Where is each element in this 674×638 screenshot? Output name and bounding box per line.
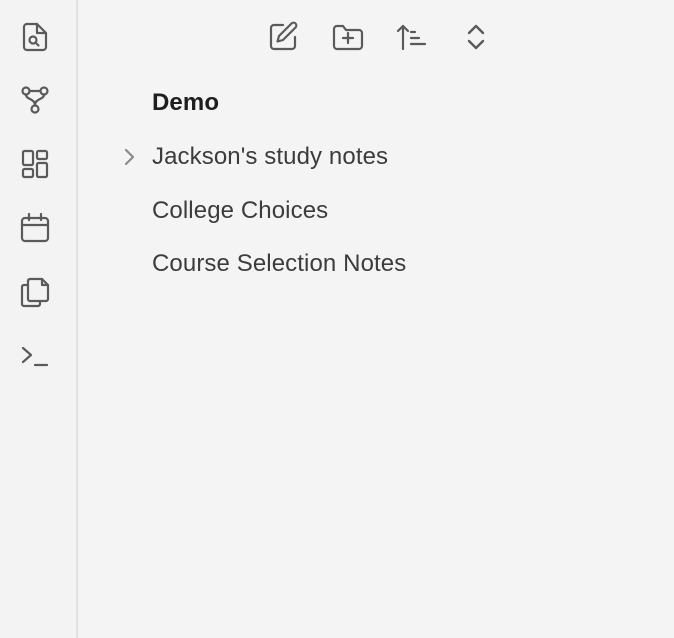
calendar-icon xyxy=(20,212,50,243)
vault-root[interactable]: Demo xyxy=(80,80,674,126)
folder-plus-icon xyxy=(332,24,364,51)
tree-file-item[interactable]: Course Selection Notes xyxy=(80,241,674,287)
tree-item-label: College Choices xyxy=(152,197,329,224)
collapse-all-button[interactable] xyxy=(456,17,496,57)
chevron-right-icon[interactable] xyxy=(118,146,140,168)
tree-file-item[interactable]: College Choices xyxy=(80,188,674,234)
daily-note-button[interactable] xyxy=(15,208,55,248)
file-explorer: Demo Jackson's study notes College Choic… xyxy=(80,0,674,638)
graph-icon xyxy=(21,86,49,114)
templates-button[interactable] xyxy=(15,272,55,312)
copy-icon xyxy=(20,277,50,308)
nav-header xyxy=(80,0,674,72)
vault-name: Demo xyxy=(152,89,220,116)
file-search-icon xyxy=(22,22,48,52)
new-folder-button[interactable] xyxy=(328,17,368,57)
tree-item-label: Jackson's study notes xyxy=(152,143,389,170)
left-ribbon xyxy=(0,0,78,638)
app-window: Demo Jackson's study notes College Choic… xyxy=(0,0,674,638)
terminal-icon xyxy=(21,346,49,367)
tree-item-label: Course Selection Notes xyxy=(152,250,407,277)
edit-icon xyxy=(269,21,298,51)
sort-button[interactable] xyxy=(392,17,432,57)
command-palette-button[interactable] xyxy=(15,336,55,376)
canvas-button[interactable] xyxy=(15,144,55,184)
chevrons-up-down-icon xyxy=(467,24,485,50)
graph-view-button[interactable] xyxy=(15,80,55,120)
tree-folder-item[interactable]: Jackson's study notes xyxy=(80,134,674,180)
quick-switcher-button[interactable] xyxy=(15,17,55,57)
new-note-button[interactable] xyxy=(263,17,303,57)
sort-icon xyxy=(396,24,427,51)
dashboard-icon xyxy=(21,149,49,179)
